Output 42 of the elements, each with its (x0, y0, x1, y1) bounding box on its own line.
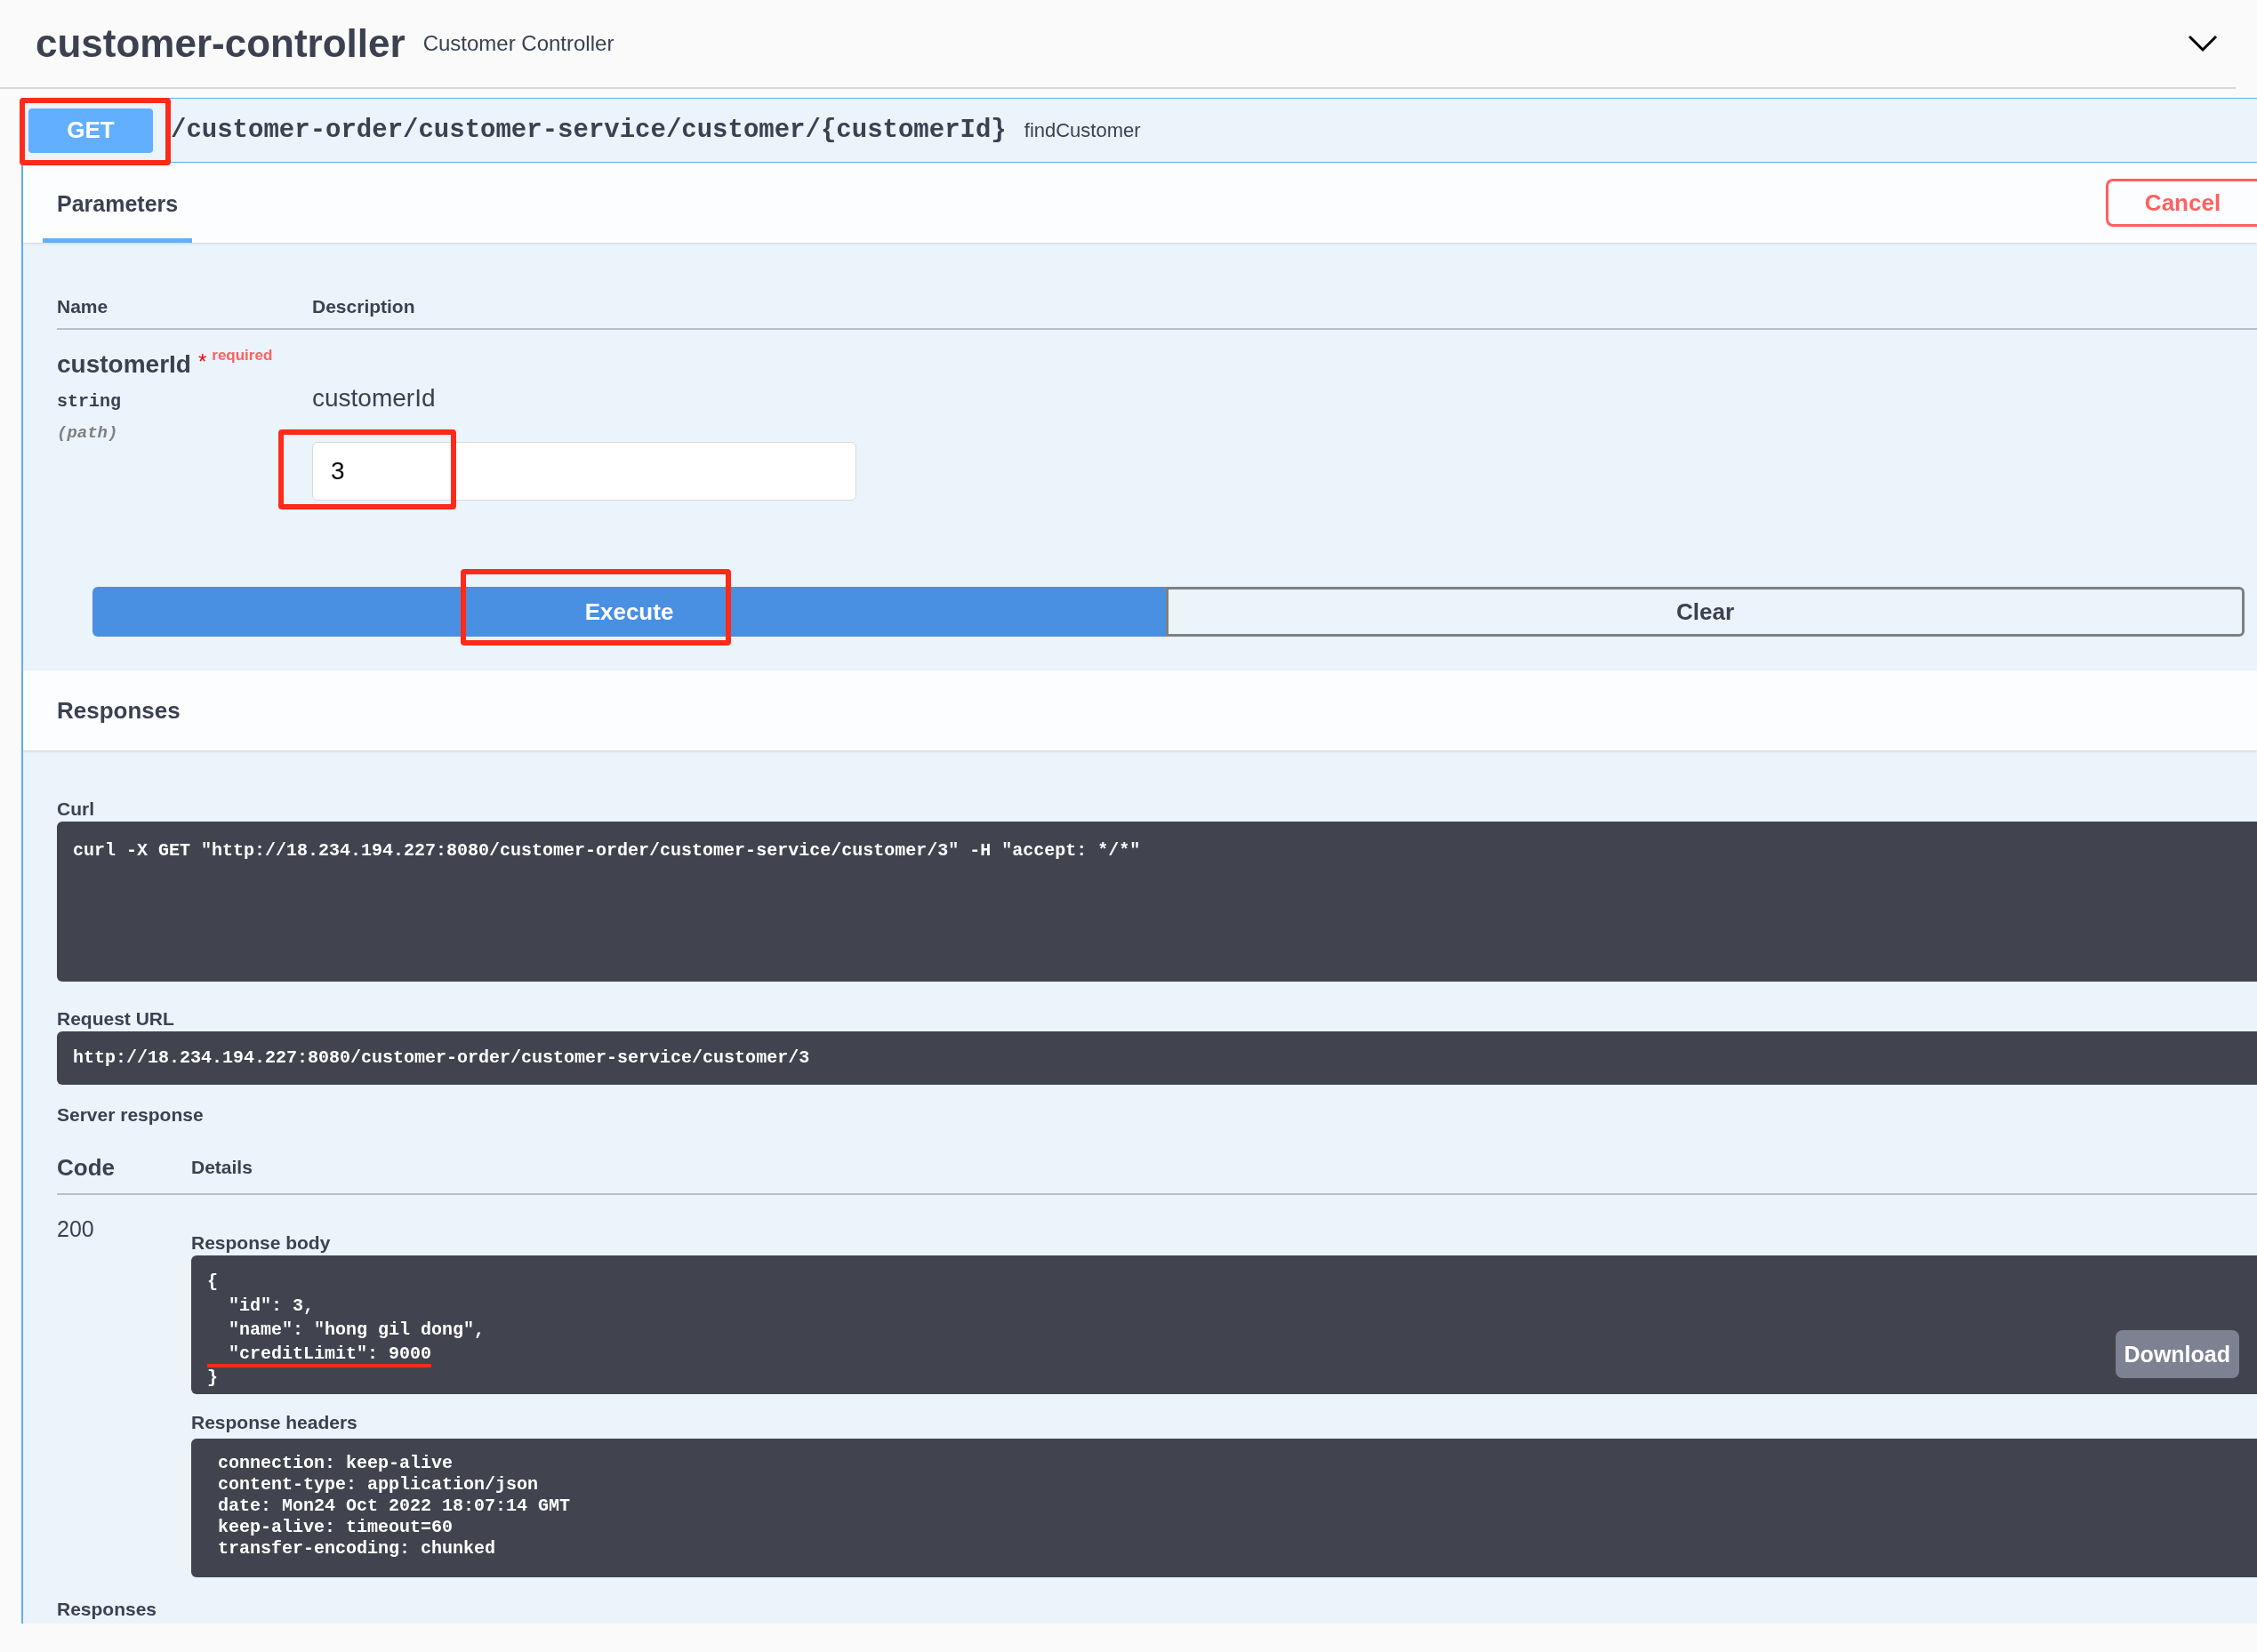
tag-title: customer-controller (36, 20, 406, 67)
column-header: Details (191, 1156, 253, 1180)
cancel-button[interactable]: Cancel (2106, 179, 2257, 227)
method-badge[interactable]: GET (28, 108, 153, 153)
endpoint-path: /customer-order/customer-service/customer/{customerId} (171, 114, 1007, 147)
field-label: Server response (57, 1103, 205, 1127)
chevron-down-icon[interactable] (2188, 35, 2218, 52)
execute-button[interactable]: Execute (92, 587, 1166, 637)
code-block: http://18.234.194.227:8080/customer-order/customer-service/customer/3 (57, 1031, 2257, 1085)
parameter-description: customerId (312, 383, 437, 413)
parameter-location: (path) (57, 422, 119, 445)
download-button[interactable]: Download (2115, 1330, 2239, 1378)
field-label: Response body (191, 1231, 332, 1255)
parameter-name: customerId (57, 349, 191, 380)
code-line: keep-alive: timeout=60 (218, 1517, 454, 1538)
field-label: Request URL (57, 1007, 175, 1030)
code-line: { (207, 1274, 218, 1294)
code-line: date: Mon24 Oct 2022 18:07:14 GMT (218, 1496, 572, 1517)
section-heading: Responses (57, 1598, 158, 1621)
column-header: Description (312, 295, 415, 319)
code-line: } (207, 1370, 218, 1390)
code-line: "name": "hong gil dong", (228, 1322, 486, 1342)
code-line: "creditLimit": 9000 (207, 1346, 432, 1367)
section-heading: Responses (57, 695, 181, 726)
column-header: Code (57, 1152, 116, 1183)
tab[interactable]: Parameters (43, 187, 193, 243)
required-label: required (212, 346, 273, 365)
code-line: content-type: application/json (218, 1474, 540, 1496)
status-code: 200 (57, 1215, 95, 1243)
column-header: Name (57, 295, 109, 319)
field-label: Response headers (191, 1411, 358, 1434)
operation-summary: findCustomer (1024, 118, 1141, 143)
code-line: "id": 3, (228, 1298, 315, 1318)
code-line: transfer-encoding: chunked (218, 1538, 497, 1560)
code-line: connection: keep-alive (218, 1453, 454, 1474)
field-label: Curl (57, 798, 95, 821)
required-mark: * (197, 349, 207, 375)
code-block: curl -X GET "http://18.234.194.227:8080/customer-order/customer-service/customer/3" -H "accept: */*" (57, 822, 2257, 982)
clear-button[interactable]: Clear (1166, 587, 2245, 637)
parameter-input-field[interactable]: 3 (312, 442, 856, 501)
tag-description: Customer Controller (422, 30, 614, 57)
parameter-type: string (57, 390, 122, 413)
